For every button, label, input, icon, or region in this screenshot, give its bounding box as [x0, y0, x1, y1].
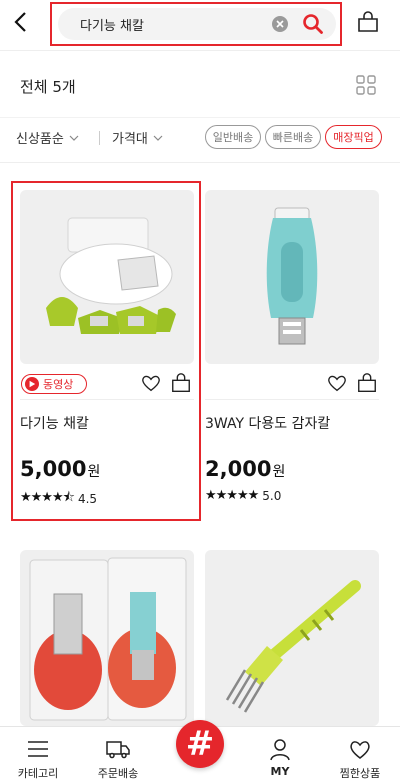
product-image[interactable]	[20, 550, 194, 726]
hashtag-icon: #	[185, 724, 215, 764]
nav-orders[interactable]: 주문배송	[78, 737, 158, 781]
nav-category-label: 카테고리	[17, 767, 59, 780]
shopping-bag-icon	[358, 11, 378, 32]
star-rating-icon: ★★★★★	[205, 488, 259, 503]
grid-view-toggle[interactable]	[356, 75, 376, 95]
header: 다기능 채칼	[0, 0, 400, 48]
price-range-dropdown[interactable]: 가격대	[112, 128, 164, 147]
pill-standard-delivery[interactable]: 일반배송	[205, 125, 261, 149]
selected-product-outline	[11, 181, 201, 521]
search-input-value: 다기능 채칼	[80, 19, 144, 34]
nav-category[interactable]: 카테고리	[0, 737, 78, 781]
shopping-bag-icon	[358, 373, 376, 392]
price-value: 2,000	[205, 457, 272, 481]
add-to-cart-button[interactable]	[356, 372, 378, 394]
sort-new-dropdown[interactable]: 신상품순	[16, 128, 80, 147]
peeler-package-illustration	[29, 557, 187, 721]
sort-new-label: 신상품순	[16, 132, 64, 147]
menu-icon	[28, 741, 48, 757]
peeler-product-illustration	[266, 207, 318, 345]
result-count-row: 전체 5개	[0, 51, 400, 117]
user-icon	[270, 739, 290, 761]
search-icon	[303, 14, 323, 34]
nav-orders-label: 주문배송	[97, 767, 139, 780]
divider	[0, 162, 400, 163]
pill-fast-delivery[interactable]: 빠른배송	[265, 125, 321, 149]
rating-value: 5.0	[262, 488, 282, 503]
back-button[interactable]	[10, 10, 34, 34]
result-count: 전체 5개	[20, 78, 76, 96]
nav-my[interactable]: MY	[240, 737, 320, 778]
nav-wishlist-label: 찜한상품	[339, 767, 381, 780]
product-price: 2,000원	[205, 457, 285, 481]
clear-icon	[272, 16, 288, 32]
product-image[interactable]	[205, 190, 379, 364]
delivery-truck-icon	[106, 741, 130, 759]
julienne-peeler-illustration	[225, 580, 361, 713]
card-divider	[205, 399, 379, 400]
bottom-navigation: 카테고리 주문배송 # MY 찜한상품	[0, 720, 400, 784]
nav-wishlist[interactable]: 찜한상품	[320, 737, 400, 781]
chevron-down-icon	[69, 135, 79, 141]
heart-icon	[328, 375, 346, 392]
product-image[interactable]	[205, 550, 379, 726]
heart-icon	[350, 741, 370, 759]
product-rating: ★★★★★ 5.0	[205, 488, 281, 503]
pill-store-pickup[interactable]: 매장픽업	[325, 125, 382, 149]
hashtag-home-button[interactable]: #	[176, 720, 224, 768]
chevron-down-icon	[153, 135, 163, 141]
product-title[interactable]: 3WAY 다용도 감자칼	[205, 413, 330, 433]
price-range-label: 가격대	[112, 132, 148, 147]
chevron-left-icon	[14, 12, 26, 32]
search-input[interactable]: 다기능 채칼	[58, 8, 336, 40]
cart-button[interactable]	[356, 10, 380, 34]
wishlist-button[interactable]	[326, 372, 348, 394]
price-currency: 원	[272, 464, 286, 480]
clear-search-button[interactable]	[272, 16, 288, 32]
nav-my-label: MY	[270, 765, 290, 778]
search-button[interactable]	[302, 13, 324, 35]
grid-icon	[356, 75, 376, 95]
filter-divider	[99, 131, 100, 145]
filter-row: 신상품순 가격대 일반배송 빠른배송 매장픽업	[0, 118, 400, 160]
